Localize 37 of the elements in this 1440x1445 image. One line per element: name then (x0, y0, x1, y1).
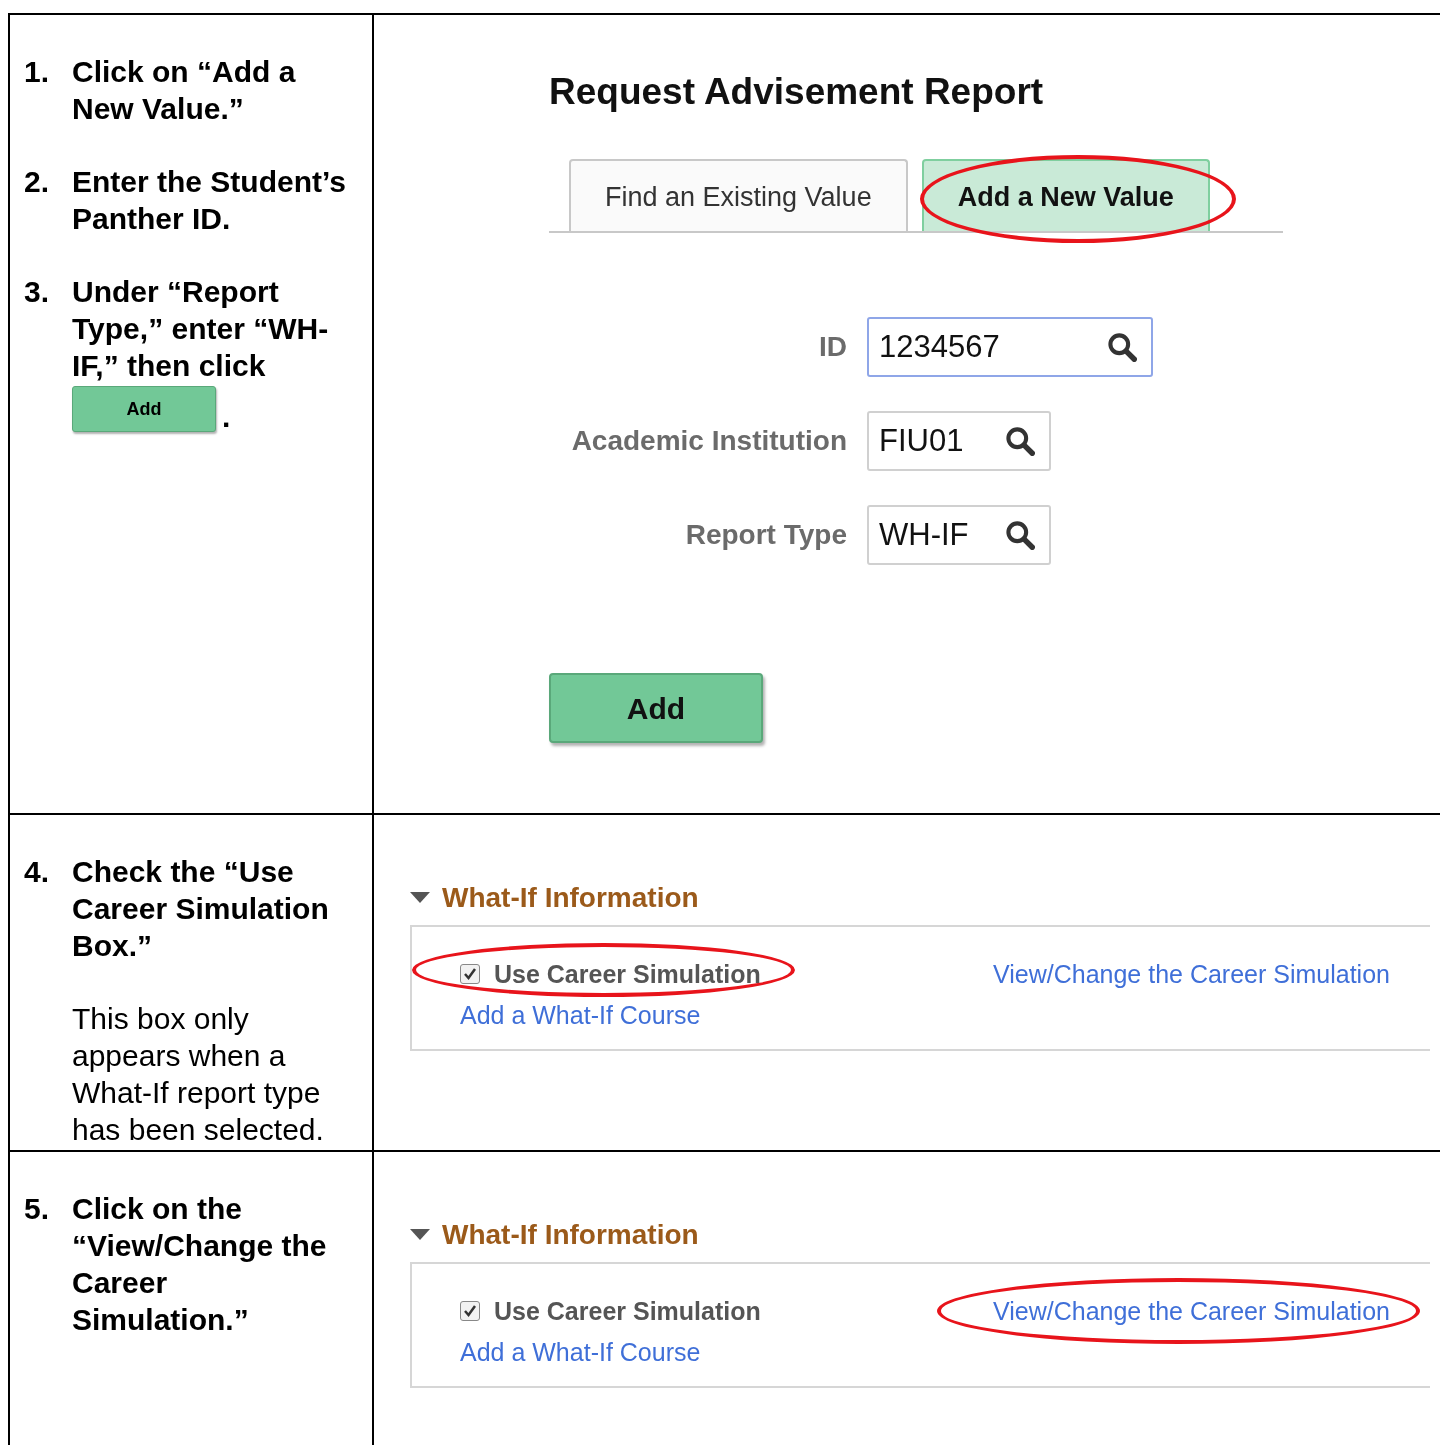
lookup-field[interactable]: FIU01 (867, 411, 1051, 471)
search-icon[interactable] (1005, 426, 1035, 456)
field-label: Academic Institution (570, 424, 847, 458)
add-course-link[interactable]: Add a What-If Course (460, 1336, 701, 1368)
tab[interactable]: Add a New Value (921, 159, 1210, 231)
step-text: Click on the “View/Change the Career Simulation.” (72, 1192, 327, 1336)
simulation-link[interactable]: View/Change the Career Simulation (993, 957, 1390, 991)
step-text: Check the “Use Career Simulation Box.” (72, 855, 329, 962)
lookup-field[interactable]: 1234567 (867, 317, 1153, 377)
tab[interactable]: Find an Existing Value (569, 159, 908, 231)
field-label: Report Type (684, 518, 847, 552)
search-icon[interactable] (1005, 520, 1035, 550)
add-button[interactable]: Add (549, 673, 763, 743)
page-title: Request Advisement Report (549, 70, 1045, 114)
collapse-triangle-icon[interactable] (410, 1229, 430, 1241)
step-number: 2. (24, 164, 51, 200)
field-label: ID (818, 330, 847, 364)
checkbox[interactable] (460, 1301, 480, 1321)
step-text: Click on “Add a New Value.” (72, 55, 296, 125)
step-number: 3. (24, 274, 51, 310)
simulation-link[interactable]: View/Change the Career Simulation (993, 1294, 1390, 1328)
add-course-link[interactable]: Add a What-If Course (460, 999, 701, 1031)
collapse-triangle-icon[interactable] (410, 892, 430, 904)
step-text: Under “Report Type,” enter “WH-IF,” then click (72, 275, 329, 382)
step-number: 5. (24, 1191, 51, 1227)
section-heading: What-If Information (442, 881, 699, 915)
period: . (222, 402, 231, 432)
checkbox-label: Use Career Simulation (494, 959, 761, 990)
note-text: This box only appears when a What-If report type has been selected. (72, 1002, 324, 1146)
step-number: 4. (24, 854, 51, 890)
checkbox[interactable] (460, 964, 480, 984)
step-text: Enter the Student’s Panther ID. (72, 165, 346, 235)
section-heading: What-If Information (442, 1218, 699, 1252)
lookup-field[interactable]: WH-IF (867, 505, 1051, 565)
step-number: 1. (24, 54, 51, 90)
search-icon[interactable] (1107, 332, 1137, 362)
checkbox-label: Use Career Simulation (494, 1296, 761, 1327)
